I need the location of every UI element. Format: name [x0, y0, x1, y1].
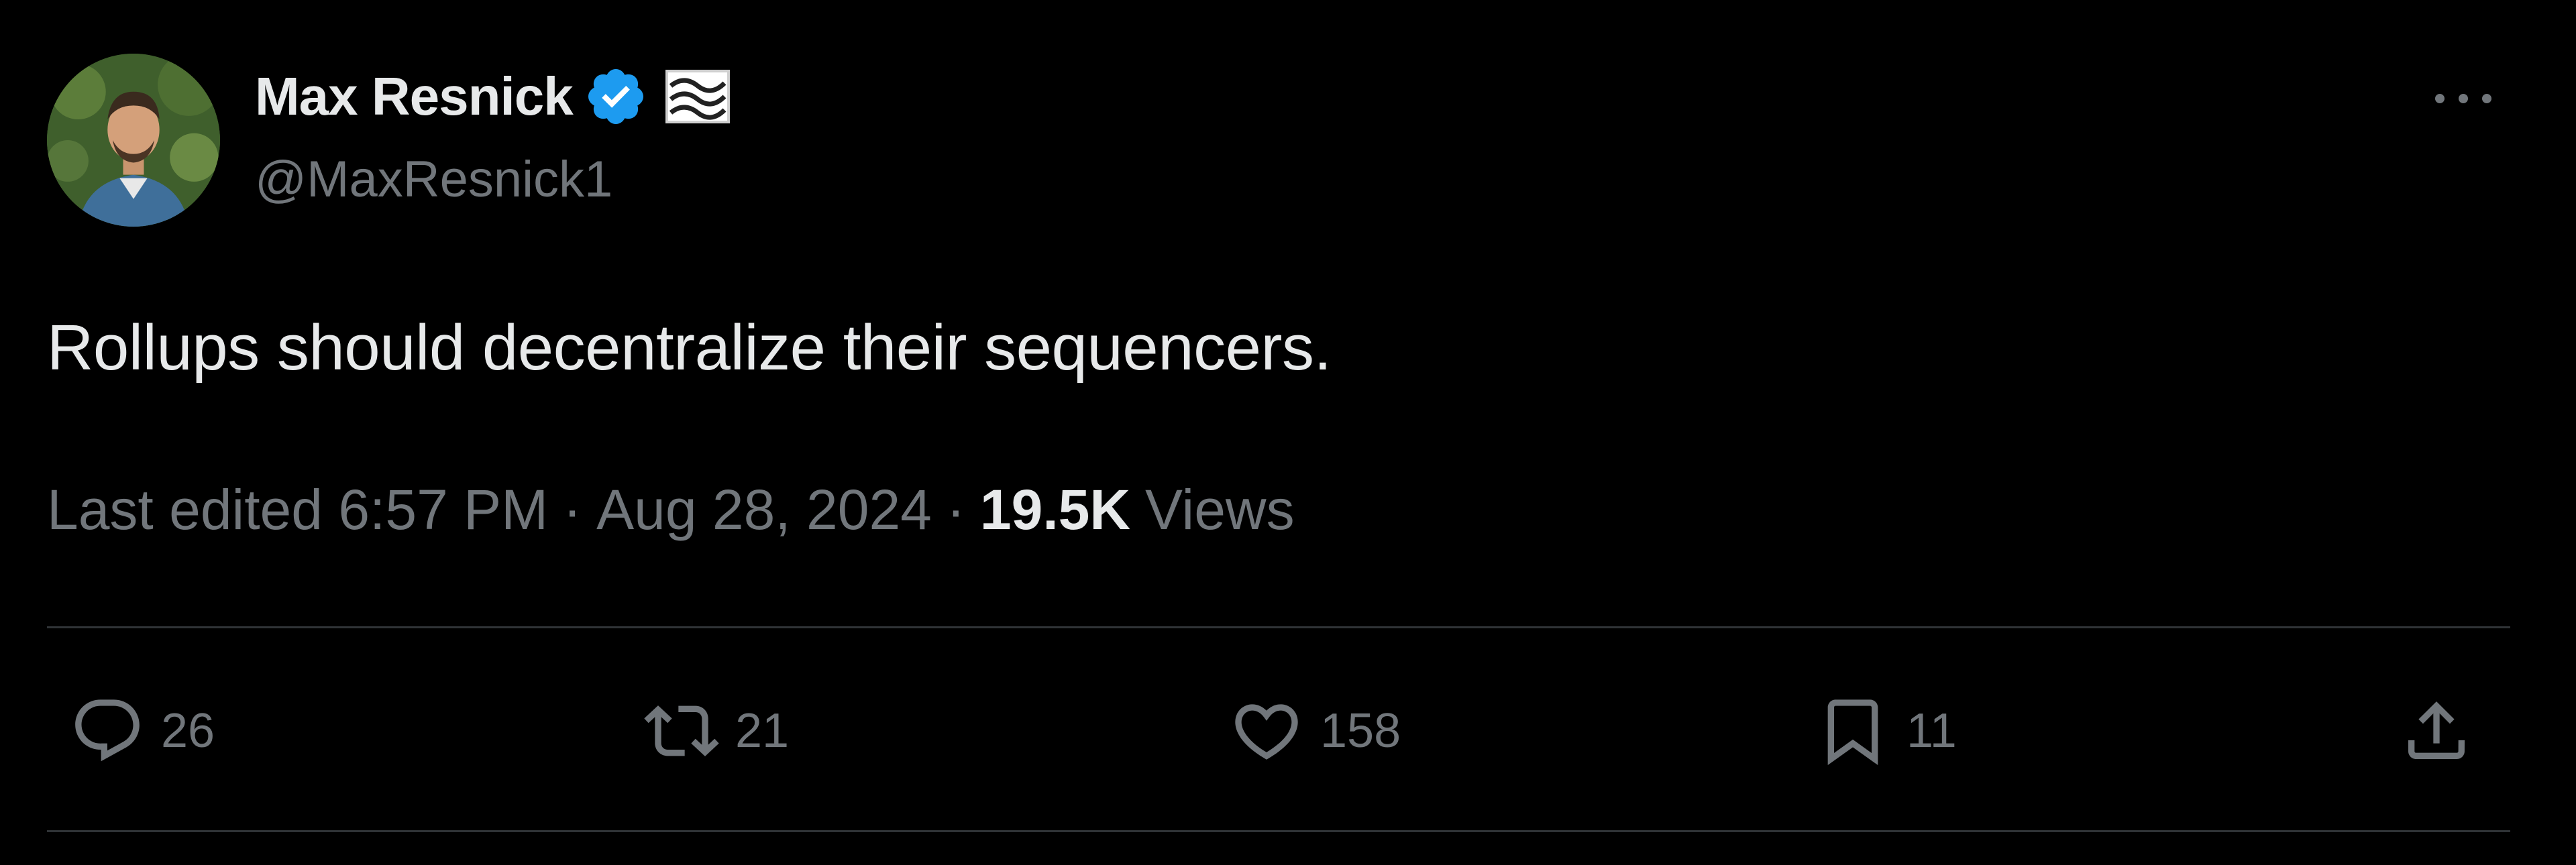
author-row: Max Resnick — [255, 63, 730, 130]
tweet-meta: Last edited 6:57 PM · Aug 28, 2024 · 19.… — [47, 477, 1295, 542]
tweet-text: Rollups should decentralize their sequen… — [47, 312, 1332, 384]
divider — [47, 626, 2510, 628]
more-options-button[interactable] — [2423, 75, 2504, 122]
display-name[interactable]: Max Resnick — [255, 66, 574, 127]
share-button[interactable] — [2399, 691, 2474, 771]
separator: · — [946, 478, 965, 541]
avatar-image — [47, 54, 220, 227]
divider — [47, 830, 2510, 832]
bookmark-button[interactable]: 11 — [1815, 691, 1957, 771]
reply-count: 26 — [161, 704, 215, 758]
edited-time[interactable]: Last edited 6:57 PM — [47, 477, 548, 542]
share-icon — [2408, 701, 2465, 759]
action-bar: 26 21 158 11 — [0, 691, 2576, 771]
views-label: Views — [1145, 478, 1295, 541]
affiliate-logo-icon[interactable] — [665, 70, 730, 123]
verified-badge-icon[interactable] — [584, 64, 648, 129]
retweet-count: 21 — [735, 704, 790, 758]
like-button[interactable]: 158 — [1229, 691, 1401, 771]
retweet-button[interactable]: 21 — [644, 691, 789, 771]
author-handle[interactable]: @MaxResnick1 — [255, 150, 612, 209]
bookmark-count: 11 — [1907, 704, 1957, 758]
heart-icon — [1235, 704, 1298, 760]
tweet-card: Max Resnick @MaxResnick1 Rollups should … — [0, 0, 2576, 865]
retweet-icon — [644, 705, 719, 756]
separator: · — [563, 478, 582, 541]
avatar[interactable] — [47, 54, 220, 227]
bookmark-icon — [1827, 699, 1878, 766]
more-icon — [2435, 94, 2491, 103]
views-count: 19.5K — [979, 478, 1131, 541]
reply-button[interactable]: 26 — [70, 691, 215, 771]
reply-icon — [75, 699, 140, 762]
tweet-date[interactable]: Aug 28, 2024 — [596, 477, 932, 542]
like-count: 158 — [1320, 704, 1401, 758]
